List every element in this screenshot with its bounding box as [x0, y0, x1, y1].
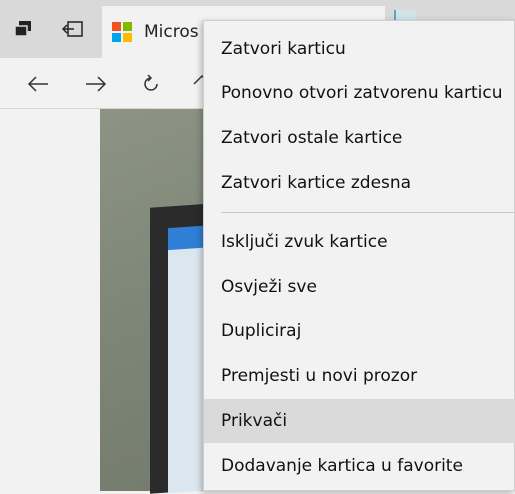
menu-item-add-tabs-to-favorites[interactable]: Dodavanje kartica u favorite: [204, 444, 515, 488]
menu-item-refresh-all[interactable]: Osvježi sve: [204, 265, 515, 309]
tab-actions-icon[interactable]: [8, 14, 38, 44]
tab-title: Micros: [144, 22, 199, 42]
tab-context-menu: Zatvori karticu Ponovno otvori zatvorenu…: [203, 20, 515, 491]
menu-item-pin[interactable]: Prikvači: [204, 399, 515, 443]
menu-item-reopen-closed-tab[interactable]: Ponovno otvori zatvorenu karticu: [204, 71, 515, 115]
menu-item-move-to-new-window[interactable]: Premjesti u novi prozor: [204, 354, 515, 398]
set-aside-tabs-icon[interactable]: [58, 14, 88, 44]
menu-item-close-other-tabs[interactable]: Zatvori ostale kartice: [204, 116, 515, 160]
back-arrow-icon[interactable]: [22, 68, 54, 100]
refresh-icon[interactable]: [135, 68, 167, 100]
menu-item-close-tab[interactable]: Zatvori karticu: [204, 27, 515, 71]
menu-item-duplicate[interactable]: Dupliciraj: [204, 309, 515, 353]
menu-item-close-tabs-right[interactable]: Zatvori kartice zdesna: [204, 161, 515, 205]
menu-item-mute-tab[interactable]: Isključi zvuk kartice: [204, 220, 515, 264]
menu-separator: [221, 212, 514, 213]
microsoft-logo-icon: [112, 22, 132, 42]
forward-arrow-icon[interactable]: [80, 68, 112, 100]
